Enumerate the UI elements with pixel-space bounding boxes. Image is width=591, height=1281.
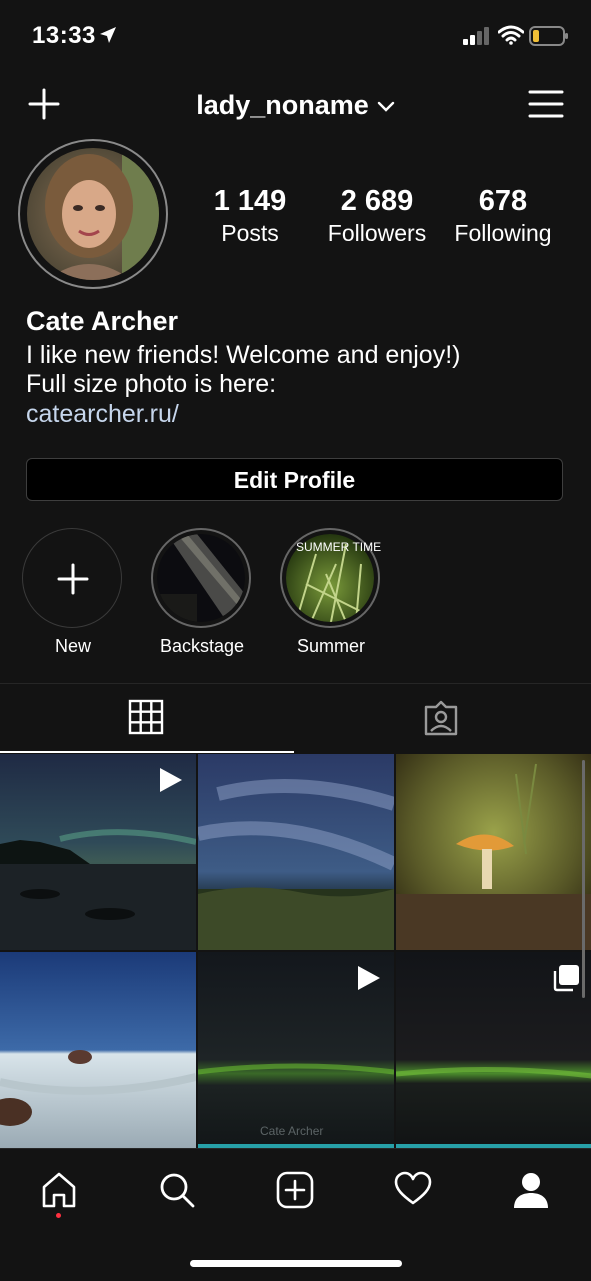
post-thumbnail[interactable] <box>198 754 394 950</box>
home-icon[interactable] <box>40 1171 78 1209</box>
profile-icon[interactable] <box>512 1171 550 1209</box>
stat-followers[interactable]: 2 689 Followers <box>320 185 434 247</box>
video-icon <box>358 966 380 990</box>
stat-value: 1 149 <box>213 185 287 217</box>
plus-icon <box>57 563 89 595</box>
video-icon <box>160 768 182 792</box>
profile-tabs <box>0 683 591 753</box>
stat-posts[interactable]: 1 149 Posts <box>206 185 294 247</box>
username-label: lady_noname <box>196 90 369 120</box>
menu-icon[interactable] <box>528 89 564 119</box>
profile-link[interactable]: catearcher.ru/ <box>26 399 571 430</box>
avatar[interactable] <box>27 148 159 280</box>
highlight-summer[interactable]: SUMMER TIME Summer <box>280 528 382 657</box>
post-thumbnail[interactable] <box>0 952 196 1148</box>
active-tab-indicator <box>0 751 294 753</box>
carousel-icon <box>553 965 579 992</box>
search-icon[interactable] <box>158 1171 196 1209</box>
watermark-text: Cate Archer <box>260 1124 324 1138</box>
stat-value: 678 <box>478 185 528 217</box>
home-indicator[interactable] <box>190 1260 402 1267</box>
bio-text: Full size photo is here: <box>26 370 277 398</box>
highlight-backstage[interactable]: Backstage <box>151 528 253 657</box>
chevron-down-icon <box>377 101 394 112</box>
post-grid: Cate Archer <box>0 754 591 1154</box>
location-arrow-icon <box>100 27 116 43</box>
tagged-icon[interactable] <box>422 699 460 737</box>
post-thumbnail[interactable] <box>396 952 591 1148</box>
edit-profile-button[interactable]: Edit Profile <box>26 458 563 501</box>
bottom-navigation <box>0 1148 591 1281</box>
bio-text: I like new friends! Welcome and enjoy!) <box>26 341 461 369</box>
account-switcher[interactable]: lady_noname <box>0 90 591 121</box>
post-thumbnail[interactable] <box>396 754 591 950</box>
stat-label: Following <box>454 220 552 246</box>
notification-dot <box>56 1213 61 1218</box>
highlight-cover-text: SUMMER TIME <box>296 540 382 554</box>
stat-label: Followers <box>327 220 427 246</box>
post-thumbnail[interactable] <box>0 754 196 950</box>
stat-label: Posts <box>221 220 279 246</box>
battery-icon <box>529 26 568 46</box>
highlight-new[interactable]: New <box>22 528 124 657</box>
highlight-circle: SUMMER TIME <box>280 528 382 628</box>
grid-icon[interactable] <box>128 699 164 735</box>
highlight-label: New <box>54 636 91 656</box>
highlight-cover <box>157 534 245 622</box>
status-bar: 13:33 <box>0 0 591 72</box>
scrollbar[interactable] <box>582 760 585 998</box>
activity-heart-icon[interactable] <box>394 1171 432 1207</box>
post-thumbnail[interactable]: Cate Archer <box>198 952 394 1148</box>
highlight-label: Summer <box>296 636 365 656</box>
status-time: 13:33 <box>32 22 96 49</box>
stat-value: 2 689 <box>340 185 414 217</box>
highlight-label: Backstage <box>159 636 245 656</box>
highlight-circle <box>151 528 251 628</box>
cellular-signal-icon <box>463 27 489 45</box>
highlight-circle <box>22 528 122 628</box>
wifi-icon <box>498 25 524 45</box>
profile-bio: Cate Archer I like new friends! Welcome … <box>26 306 571 430</box>
profile-header: lady_noname <box>0 72 591 138</box>
profile-name: Cate Archer <box>26 306 179 336</box>
stat-following[interactable]: 678 Following <box>446 185 560 247</box>
new-post-icon[interactable] <box>276 1171 314 1209</box>
